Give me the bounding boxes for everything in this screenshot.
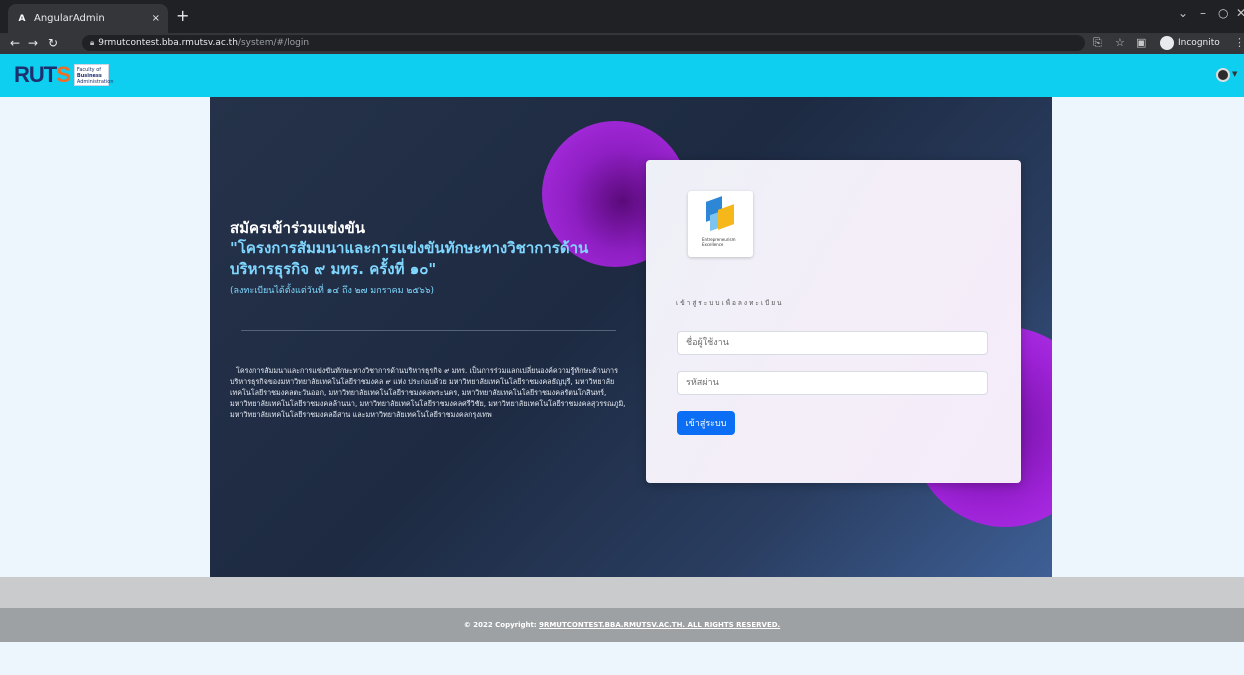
browser-tab-bar: A AngularAdmin × + ⌄ – ○ ✕	[0, 0, 1244, 33]
close-window-icon[interactable]: ✕	[1236, 6, 1244, 20]
url-input[interactable]: 🔒︎ 9rmutcontest.bba.rmutsv.ac.th/system/#…	[82, 35, 1085, 51]
hero-panel: สมัครเข้าร่วมแข่งขัน "โครงการสัมมนาและกา…	[210, 97, 1052, 577]
site-header: RUTS Faculty of Business Administration …	[0, 54, 1244, 97]
sidepanel-icon[interactable]: ▣	[1136, 35, 1146, 51]
faculty-line3: Administration	[76, 79, 114, 85]
login-subtitle: เข้าสู่ระบบเพื่อลงทะเบียน	[676, 299, 784, 307]
restore-icon[interactable]: ○	[1218, 6, 1228, 20]
hero-text: สมัครเข้าร่วมแข่งขัน "โครงการสัมมนาและกา…	[230, 218, 620, 297]
cube-logo-icon	[706, 196, 734, 233]
copyright-link[interactable]: 9RMUTCONTEST.BBA.RMUTSV.AC.TH. ALL RIGHT…	[539, 621, 780, 629]
ruts-logo-text: RUTS	[14, 62, 71, 88]
tab-favicon-icon: A	[18, 13, 26, 24]
footer-spacer	[0, 577, 1244, 608]
footer: © 2022 Copyright: 9RMUTCONTEST.BBA.RMUTS…	[0, 608, 1244, 642]
logo-part-a: RUT	[14, 62, 57, 87]
hero-description: โครงการสัมมนาและการแข่งขันทักษะทางวิชากา…	[230, 366, 626, 419]
tab-close-icon[interactable]: ×	[152, 13, 160, 24]
password-input[interactable]	[677, 371, 988, 395]
back-icon[interactable]: ←	[10, 35, 20, 51]
logo-caption: Entrepreneurism Excellence	[702, 237, 735, 247]
minimize-icon[interactable]: –	[1200, 6, 1206, 20]
browser-address-bar: ← → ↻ 🔒︎ 9rmutcontest.bba.rmutsv.ac.th/sy…	[0, 33, 1244, 54]
entrepreneurism-logo: Entrepreneurism Excellence	[688, 191, 753, 257]
registration-period: (ลงทะเบียนได้ตั้งแต่วันที่ ๑๔ ถึง ๒๗ มกร…	[230, 286, 435, 296]
tab-title: AngularAdmin	[34, 13, 105, 24]
url-host: 9rmutcontest.bba.rmutsv.ac.th	[98, 38, 238, 48]
star-icon[interactable]: ☆	[1115, 35, 1125, 51]
translate-icon[interactable]: ⎘	[1093, 35, 1102, 51]
site-logo[interactable]: RUTS Faculty of Business Administration	[14, 62, 114, 88]
logo-caption-line2: Excellence	[702, 242, 724, 247]
incognito-label: Incognito	[1178, 38, 1220, 48]
reload-icon[interactable]: ↻	[48, 35, 58, 51]
copyright-text: © 2022 Copyright:	[463, 621, 540, 629]
user-avatar[interactable]	[1216, 68, 1230, 82]
hero-title: สมัครเข้าร่วมแข่งขัน	[230, 219, 366, 237]
url-path: /system/#/login	[237, 38, 310, 48]
logo-part-b: S	[56, 62, 71, 87]
hero-divider	[241, 330, 616, 331]
menu-icon[interactable]: ⋮	[1234, 35, 1244, 51]
forward-icon[interactable]: →	[28, 35, 38, 51]
incognito-icon	[1160, 36, 1174, 50]
username-input[interactable]	[677, 331, 988, 355]
browser-tab[interactable]: A AngularAdmin ×	[8, 4, 168, 33]
chevron-down-icon[interactable]: ▼	[1232, 70, 1237, 78]
faculty-logo: Faculty of Business Administration	[73, 64, 114, 86]
new-tab-icon[interactable]: +	[176, 6, 189, 26]
lock-icon: 🔒︎	[90, 38, 95, 47]
login-card: Entrepreneurism Excellence เข้าสู่ระบบเพ…	[646, 160, 1021, 483]
hero-project-name: "โครงการสัมมนาและการแข่งขันทักษะทางวิชาก…	[230, 239, 589, 278]
login-button[interactable]: เข้าสู่ระบบ	[677, 411, 735, 435]
tab-search-icon[interactable]: ⌄	[1178, 6, 1188, 20]
incognito-indicator[interactable]: Incognito	[1160, 35, 1220, 51]
